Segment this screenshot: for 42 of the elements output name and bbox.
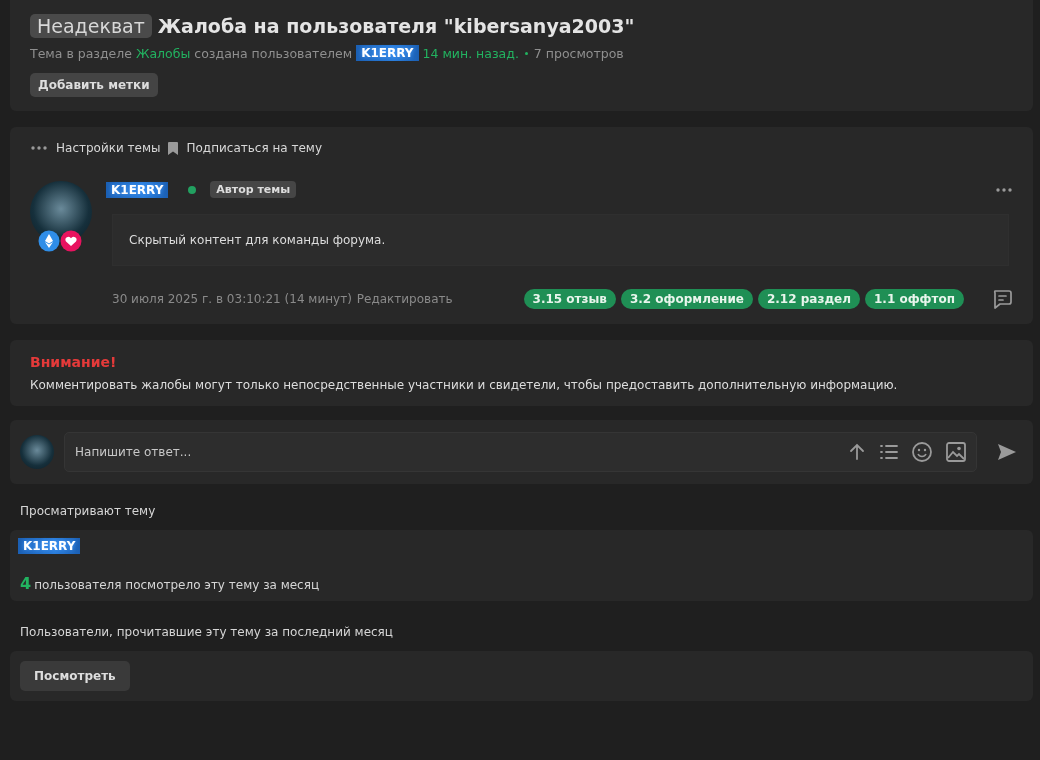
post-date: 30 июля 2025 г. в 03:10:21 (14 минут) [112,292,352,306]
bookmark-icon [168,141,179,155]
viewer-username-link[interactable]: K1ERRY [18,538,81,554]
post-author-username[interactable]: K1ERRY [106,181,169,198]
viewers-count-text: пользователя посмотрело эту тему за месяц [34,578,320,592]
emoji-icon[interactable] [911,441,933,463]
notice-text: Комментировать жалобы могут только непосредственные участники и свидетели, чтобы предоставить дополнительную информацию. [30,378,899,392]
more-icon[interactable] [995,186,1013,193]
viewers-count: 4 [20,574,32,593]
post-tag[interactable]: 1.1 оффтоп [865,289,964,309]
heart-badge-icon [60,230,82,252]
separator-dot-icon [524,51,528,55]
time-link[interactable]: 14 мин. назад. [422,45,519,61]
thread-prefix-tag[interactable]: Неадекват [30,14,152,38]
diamond-badge-icon [38,230,60,252]
comment-icon[interactable] [991,288,1013,310]
edit-link[interactable]: Редактировать [356,292,453,306]
arrow-up-icon[interactable] [847,442,867,462]
post-tag[interactable]: 3.15 отзыв [523,289,616,309]
thread-tool-link[interactable]: Настройки темы [30,141,161,155]
avatar-placeholder [20,435,54,469]
view-button[interactable]: Посмотреть [20,661,130,691]
section-heading: Просматривают тему [19,504,157,520]
section-heading: Пользователи, прочитавшие эту тему за последний месяц [19,625,394,641]
thread-tool-link[interactable]: Подписаться на тему [168,141,322,155]
thread-author-badge: Автор темы [210,181,297,198]
author-username-link[interactable]: K1ERRY [356,45,419,61]
hidden-content-text: Скрытый контент для команды форума. [129,233,386,247]
list-icon[interactable] [879,442,899,462]
image-icon[interactable] [945,441,967,463]
post-tag[interactable]: 2.12 раздел [757,289,860,309]
reply-input-field[interactable]: Напишите ответ... [64,432,977,472]
notice-title: Внимание! [30,354,118,370]
meta-text: Тема в разделе [30,45,132,61]
views-count: 7 просмотров [533,45,624,61]
send-icon[interactable] [997,443,1017,461]
add-tags-button[interactable]: Добавить метки [30,73,158,97]
more-icon [30,145,48,151]
section-link[interactable]: Жалобы [136,45,191,61]
thread-title: Жалоба на пользователя "kibersanya2003" [157,15,635,37]
post-tag[interactable]: 3.2 оформление [620,289,753,309]
meta-text: создана пользователем [194,45,353,61]
